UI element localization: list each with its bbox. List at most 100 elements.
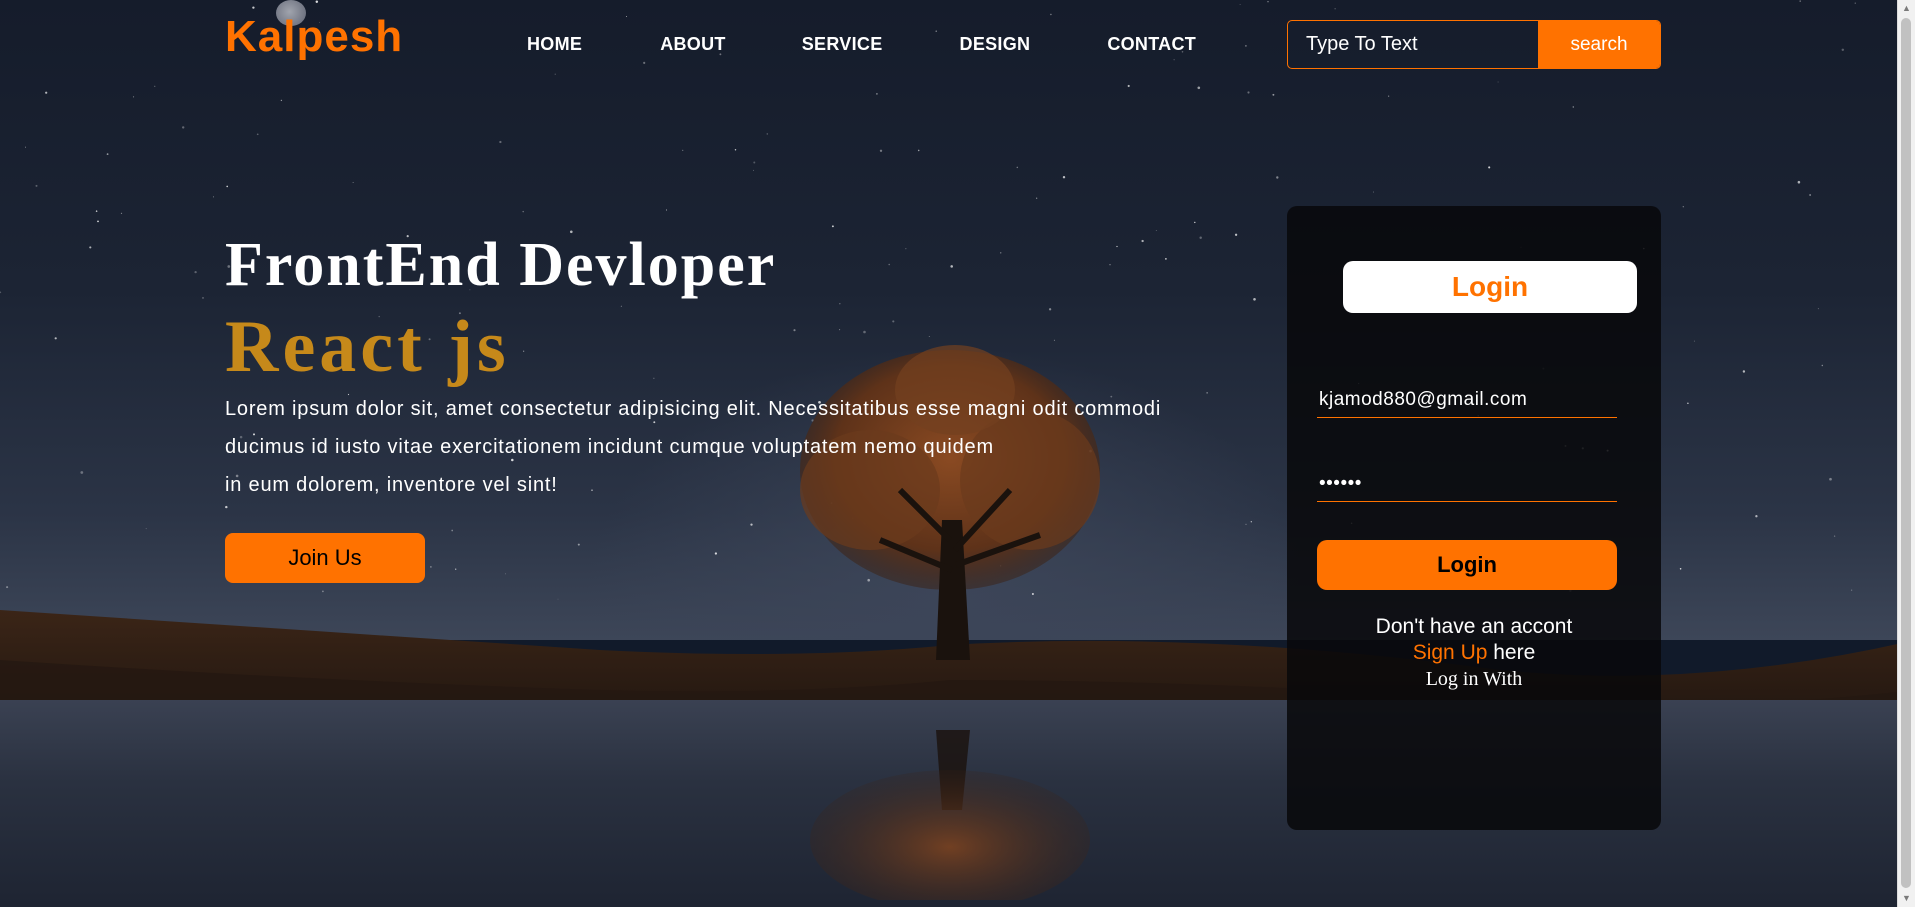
star	[753, 161, 756, 164]
star	[682, 149, 684, 152]
star	[1829, 477, 1832, 481]
star	[1572, 106, 1575, 108]
star	[1199, 236, 1202, 240]
star	[1799, 0, 1801, 2]
join-us-button[interactable]: Join Us	[225, 533, 425, 583]
star	[1165, 258, 1167, 260]
search-button[interactable]: search	[1538, 21, 1660, 68]
star	[1334, 8, 1336, 10]
star	[1000, 252, 1002, 254]
star	[1679, 568, 1682, 570]
star	[1797, 180, 1801, 184]
email-field[interactable]	[1317, 382, 1617, 418]
star	[89, 246, 92, 249]
star	[626, 16, 627, 17]
brand-logo[interactable]: Kalpesh	[225, 12, 403, 62]
star	[1821, 364, 1824, 367]
star	[1817, 308, 1819, 310]
star	[917, 149, 920, 152]
star	[6, 586, 9, 589]
star	[888, 263, 890, 266]
star	[831, 225, 834, 228]
star	[455, 568, 457, 570]
star	[950, 265, 953, 268]
star	[1141, 239, 1144, 243]
star	[1272, 93, 1275, 96]
star	[1036, 197, 1038, 199]
login-button[interactable]: Login	[1317, 540, 1617, 590]
star	[45, 91, 48, 94]
star	[753, 169, 754, 171]
star	[213, 196, 214, 198]
star	[554, 73, 556, 75]
signup-link[interactable]: Sign Up	[1413, 641, 1488, 664]
star	[154, 85, 156, 87]
password-field[interactable]	[1317, 466, 1617, 502]
hero-subtitle: React js	[225, 306, 510, 388]
star	[839, 303, 841, 305]
star	[1854, 2, 1856, 4]
star	[451, 529, 454, 532]
star	[35, 184, 38, 187]
scroll-up-icon[interactable]: ▲	[1898, 0, 1915, 17]
star	[1245, 45, 1247, 47]
star	[766, 133, 769, 135]
star	[1841, 48, 1845, 52]
star	[1016, 166, 1019, 169]
star	[1850, 589, 1853, 591]
star	[133, 96, 135, 98]
star	[620, 305, 622, 307]
star	[1497, 81, 1499, 83]
star	[905, 248, 907, 250]
star	[145, 528, 147, 530]
hero-text-line: Lorem ipsum dolor sit, amet consectetur …	[225, 398, 1162, 420]
star	[750, 523, 753, 526]
scrollbar-thumb[interactable]	[1901, 18, 1911, 888]
star	[876, 93, 878, 95]
star	[95, 210, 98, 212]
star	[793, 329, 796, 332]
nav-service[interactable]: SERVICE	[802, 34, 883, 55]
star	[194, 270, 197, 274]
star	[879, 149, 883, 152]
star	[430, 566, 432, 568]
nav-design[interactable]: DESIGN	[960, 34, 1031, 55]
star	[1276, 176, 1279, 179]
no-account-text: Don't have an accont	[1375, 615, 1573, 638]
hero-text-line: ducimus id iusto vitae exercitationem in…	[225, 436, 994, 458]
star	[1234, 233, 1238, 236]
star	[1173, 59, 1175, 61]
login-with-text: Log in With	[1425, 668, 1523, 690]
star	[522, 210, 524, 213]
star	[1742, 370, 1746, 373]
star	[1682, 206, 1684, 208]
nav-home[interactable]: HOME	[527, 34, 582, 55]
star	[714, 552, 718, 555]
star	[1373, 191, 1375, 193]
star	[1245, 523, 1247, 526]
nav-about[interactable]: ABOUT	[660, 34, 726, 55]
star	[182, 126, 185, 129]
star	[1247, 91, 1250, 94]
star	[1239, 4, 1241, 6]
star	[523, 350, 525, 352]
star	[1755, 515, 1758, 518]
star	[1809, 194, 1811, 196]
star	[54, 337, 57, 340]
search-input[interactable]	[1288, 21, 1538, 68]
scroll-down-icon[interactable]: ▼	[1898, 890, 1915, 907]
signup-suffix: here	[1487, 641, 1536, 664]
star	[666, 209, 667, 211]
star	[280, 99, 283, 102]
star	[322, 590, 324, 593]
star	[0, 291, 2, 294]
star	[892, 320, 895, 323]
nav-contact[interactable]: CONTACT	[1107, 34, 1196, 55]
page-scrollbar[interactable]: ▲ ▼	[1897, 0, 1915, 907]
star	[577, 543, 580, 546]
star	[352, 181, 354, 183]
star	[1833, 535, 1836, 537]
star	[80, 471, 84, 474]
star	[504, 573, 506, 575]
star	[97, 220, 99, 223]
